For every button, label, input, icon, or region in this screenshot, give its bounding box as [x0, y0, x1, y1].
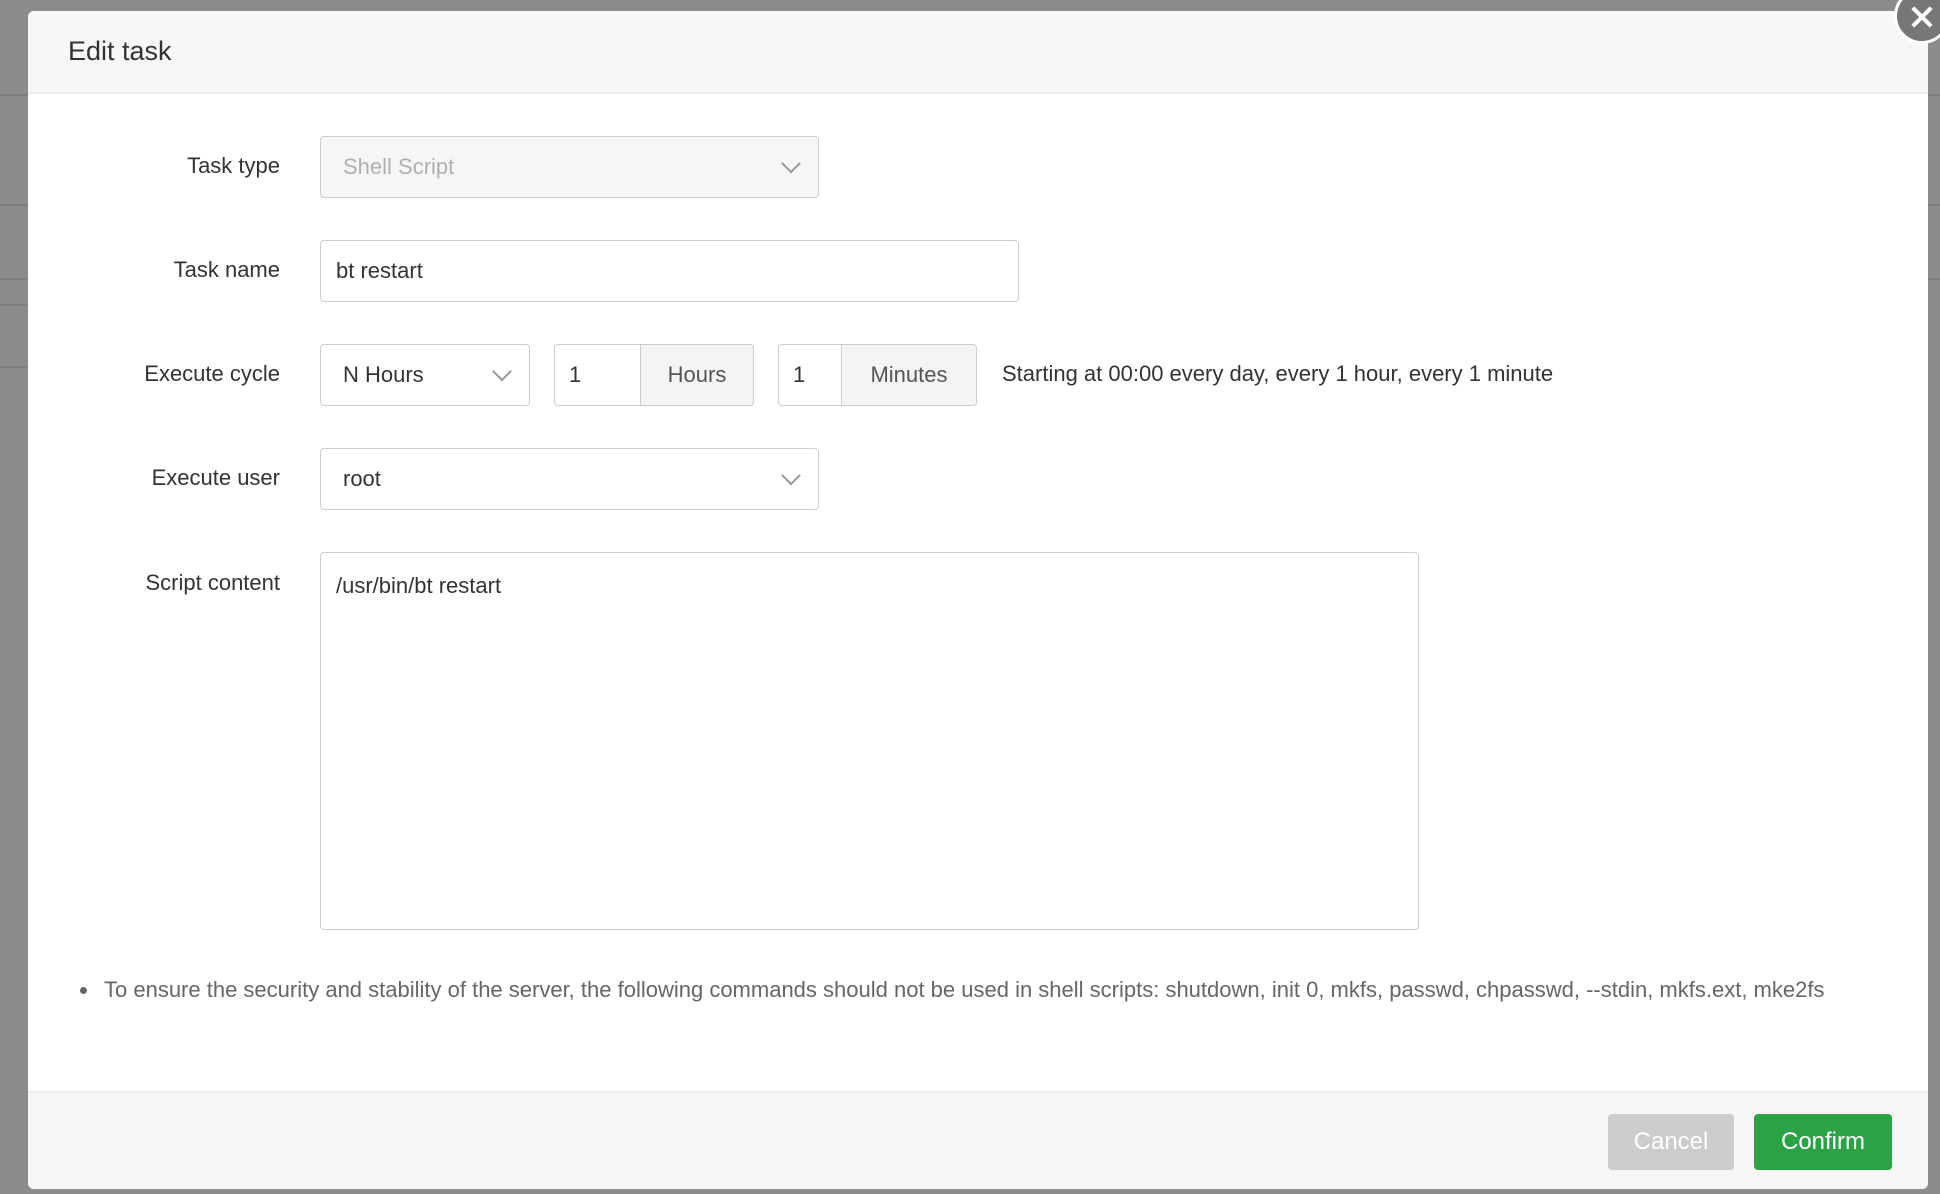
hours-value: 1	[569, 362, 582, 387]
task-name-value: bt restart	[336, 258, 423, 283]
confirm-button[interactable]: Confirm	[1754, 1114, 1892, 1170]
minutes-input[interactable]: 1	[778, 344, 843, 406]
task-type-select[interactable]: Shell Script	[320, 136, 819, 198]
execute-user-label: Execute user	[151, 465, 280, 490]
background-divider	[0, 304, 28, 306]
background-divider	[0, 366, 28, 368]
task-name-input[interactable]: bt restart	[320, 240, 1019, 302]
execute-user-value: root	[343, 466, 381, 491]
security-note: To ensure the security and stability of …	[76, 970, 1876, 1010]
script-content-value: /usr/bin/bt restart	[336, 573, 502, 598]
bullet-icon	[80, 987, 87, 994]
background-divider	[1928, 204, 1940, 206]
hours-input[interactable]: 1	[554, 344, 642, 406]
cycle-type-select[interactable]: N Hours	[320, 344, 530, 406]
edit-task-dialog: Edit task Task type Shell Script Task na…	[28, 11, 1928, 1189]
script-content-textarea[interactable]: /usr/bin/bt restart	[320, 552, 1419, 930]
background-divider	[0, 204, 28, 206]
background-divider	[0, 278, 28, 280]
cycle-description: Starting at 00:00 every day, every 1 hou…	[1002, 361, 1554, 386]
cycle-type-value: N Hours	[343, 362, 424, 387]
chevron-down-icon	[492, 361, 512, 382]
task-name-label: Task name	[173, 257, 280, 282]
dialog-footer: Cancel Confirm	[28, 1091, 1928, 1189]
security-note-text: To ensure the security and stability of …	[104, 977, 1825, 1002]
minutes-unit: Minutes	[841, 344, 977, 406]
background-divider	[0, 94, 28, 96]
chevron-down-icon	[781, 465, 801, 486]
background-divider	[1928, 94, 1940, 96]
task-type-value: Shell Script	[343, 154, 455, 179]
execute-cycle-label: Execute cycle	[144, 361, 280, 386]
cancel-button[interactable]: Cancel	[1608, 1114, 1734, 1170]
task-type-label: Task type	[187, 153, 280, 178]
execute-user-select[interactable]: root	[320, 448, 819, 510]
dialog-header: Edit task	[28, 11, 1928, 94]
minutes-value: 1	[793, 362, 806, 387]
script-content-label: Script content	[145, 570, 280, 595]
dialog-title: Edit task	[68, 36, 172, 66]
background-divider	[1928, 278, 1940, 280]
hours-unit: Hours	[640, 344, 754, 406]
chevron-down-icon	[781, 153, 801, 174]
